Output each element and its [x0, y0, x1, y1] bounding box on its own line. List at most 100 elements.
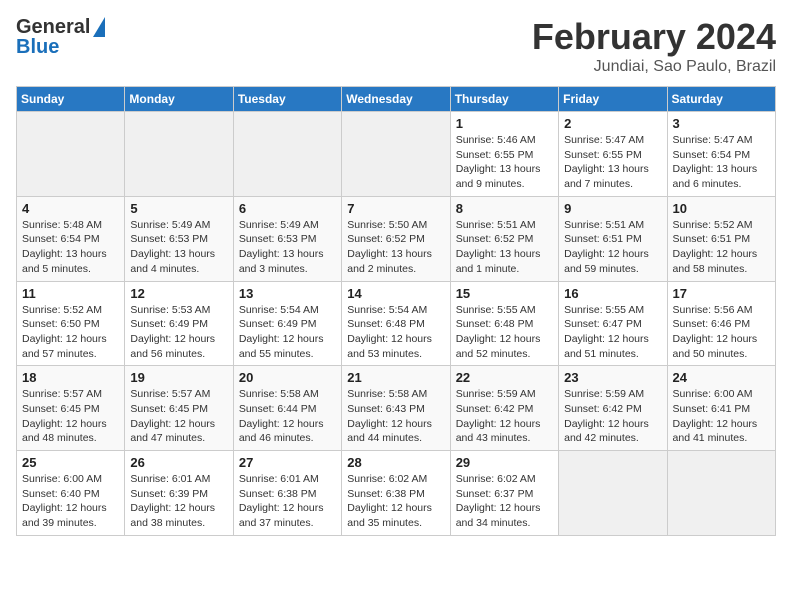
- day-info: Sunrise: 5:59 AM Sunset: 6:42 PM Dayligh…: [456, 387, 553, 446]
- calendar-cell: 21 Sunrise: 5:58 AM Sunset: 6:43 PM Dayli…: [342, 366, 450, 451]
- calendar-week-4: 18 Sunrise: 5:57 AM Sunset: 6:45 PM Dayli…: [17, 366, 776, 451]
- calendar-cell: [342, 112, 450, 197]
- weekday-header-saturday: Saturday: [667, 87, 775, 112]
- day-info: Sunrise: 5:57 AM Sunset: 6:45 PM Dayligh…: [22, 387, 119, 446]
- calendar-cell: 14 Sunrise: 5:54 AM Sunset: 6:48 PM Dayli…: [342, 281, 450, 366]
- calendar-cell: [559, 451, 667, 536]
- calendar-cell: 16 Sunrise: 5:55 AM Sunset: 6:47 PM Dayli…: [559, 281, 667, 366]
- day-number: 9: [564, 201, 661, 216]
- calendar-cell: 13 Sunrise: 5:54 AM Sunset: 6:49 PM Dayli…: [233, 281, 341, 366]
- day-info: Sunrise: 5:59 AM Sunset: 6:42 PM Dayligh…: [564, 387, 661, 446]
- calendar-cell: 6Sunrise: 5:49 AM Sunset: 6:53 PM Daylig…: [233, 196, 341, 281]
- calendar-cell: 11Sunrise: 5:52 AM Sunset: 6:50 PM Dayli…: [17, 281, 125, 366]
- calendar-cell: 19 Sunrise: 5:57 AM Sunset: 6:45 PM Dayli…: [125, 366, 233, 451]
- day-number: 23: [564, 370, 661, 385]
- day-number: 6: [239, 201, 336, 216]
- day-number: 25: [22, 455, 119, 470]
- day-info: Sunrise: 5:54 AM Sunset: 6:49 PM Dayligh…: [239, 303, 336, 362]
- day-info: Sunrise: 5:54 AM Sunset: 6:48 PM Dayligh…: [347, 303, 444, 362]
- location-title: Jundiai, Sao Paulo, Brazil: [532, 58, 776, 76]
- day-info: Sunrise: 5:47 AM Sunset: 6:55 PM Dayligh…: [564, 133, 661, 192]
- weekday-header-tuesday: Tuesday: [233, 87, 341, 112]
- day-number: 16: [564, 286, 661, 301]
- calendar-cell: 4 Sunrise: 5:48 AM Sunset: 6:54 PM Daylig…: [17, 196, 125, 281]
- calendar-cell: 22 Sunrise: 5:59 AM Sunset: 6:42 PM Dayli…: [450, 366, 558, 451]
- calendar-cell: 8 Sunrise: 5:51 AM Sunset: 6:52 PM Daylig…: [450, 196, 558, 281]
- day-number: 10: [673, 201, 770, 216]
- day-info: Sunrise: 5:49 AM Sunset: 6:53 PM Dayligh…: [130, 218, 227, 277]
- day-number: 3: [673, 116, 770, 131]
- day-info: Sunrise: 5:51 AM Sunset: 6:51 PM Dayligh…: [564, 218, 661, 277]
- day-number: 21: [347, 370, 444, 385]
- day-info: Sunrise: 5:51 AM Sunset: 6:52 PM Dayligh…: [456, 218, 553, 277]
- day-info: Sunrise: 5:52 AM Sunset: 6:50 PM Dayligh…: [22, 303, 119, 362]
- day-number: 24: [673, 370, 770, 385]
- day-number: 8: [456, 201, 553, 216]
- day-number: 28: [347, 455, 444, 470]
- day-info: Sunrise: 5:55 AM Sunset: 6:47 PM Dayligh…: [564, 303, 661, 362]
- day-info: Sunrise: 6:02 AM Sunset: 6:38 PM Dayligh…: [347, 472, 444, 531]
- calendar-table: SundayMondayTuesdayWednesdayThursdayFrid…: [16, 86, 776, 536]
- calendar-body: 1 Sunrise: 5:46 AM Sunset: 6:55 PM Daylig…: [17, 112, 776, 536]
- calendar-cell: 18 Sunrise: 5:57 AM Sunset: 6:45 PM Dayli…: [17, 366, 125, 451]
- day-number: 17: [673, 286, 770, 301]
- day-info: Sunrise: 6:01 AM Sunset: 6:39 PM Dayligh…: [130, 472, 227, 531]
- calendar-cell: 7 Sunrise: 5:50 AM Sunset: 6:52 PM Daylig…: [342, 196, 450, 281]
- page-header: General Blue February 2024 Jundiai, Sao …: [16, 16, 776, 76]
- weekday-header-monday: Monday: [125, 87, 233, 112]
- day-info: Sunrise: 5:46 AM Sunset: 6:55 PM Dayligh…: [456, 133, 553, 192]
- calendar-cell: 10 Sunrise: 5:52 AM Sunset: 6:51 PM Dayli…: [667, 196, 775, 281]
- calendar-cell: 20Sunrise: 5:58 AM Sunset: 6:44 PM Dayli…: [233, 366, 341, 451]
- day-info: Sunrise: 6:00 AM Sunset: 6:40 PM Dayligh…: [22, 472, 119, 531]
- calendar-cell: 23 Sunrise: 5:59 AM Sunset: 6:42 PM Dayli…: [559, 366, 667, 451]
- day-number: 2: [564, 116, 661, 131]
- logo: General Blue: [16, 16, 105, 58]
- calendar-week-1: 1 Sunrise: 5:46 AM Sunset: 6:55 PM Daylig…: [17, 112, 776, 197]
- calendar-week-5: 25 Sunrise: 6:00 AM Sunset: 6:40 PM Dayli…: [17, 451, 776, 536]
- day-number: 26: [130, 455, 227, 470]
- weekday-header-friday: Friday: [559, 87, 667, 112]
- logo-blue-text: Blue: [16, 36, 105, 58]
- weekday-header-thursday: Thursday: [450, 87, 558, 112]
- calendar-week-3: 11Sunrise: 5:52 AM Sunset: 6:50 PM Dayli…: [17, 281, 776, 366]
- day-number: 7: [347, 201, 444, 216]
- day-number: 1: [456, 116, 553, 131]
- day-info: Sunrise: 5:55 AM Sunset: 6:48 PM Dayligh…: [456, 303, 553, 362]
- calendar-cell: 28 Sunrise: 6:02 AM Sunset: 6:38 PM Dayli…: [342, 451, 450, 536]
- logo-text: General: [16, 16, 90, 38]
- day-number: 18: [22, 370, 119, 385]
- calendar-cell: 27Sunrise: 6:01 AM Sunset: 6:38 PM Dayli…: [233, 451, 341, 536]
- title-block: February 2024 Jundiai, Sao Paulo, Brazil: [532, 16, 776, 76]
- calendar-cell: [125, 112, 233, 197]
- calendar-cell: 2 Sunrise: 5:47 AM Sunset: 6:55 PM Daylig…: [559, 112, 667, 197]
- weekday-header-wednesday: Wednesday: [342, 87, 450, 112]
- calendar-cell: 15 Sunrise: 5:55 AM Sunset: 6:48 PM Dayli…: [450, 281, 558, 366]
- month-title: February 2024: [532, 16, 776, 58]
- day-info: Sunrise: 5:58 AM Sunset: 6:43 PM Dayligh…: [347, 387, 444, 446]
- calendar-cell: 1 Sunrise: 5:46 AM Sunset: 6:55 PM Daylig…: [450, 112, 558, 197]
- day-number: 4: [22, 201, 119, 216]
- calendar-cell: 9 Sunrise: 5:51 AM Sunset: 6:51 PM Daylig…: [559, 196, 667, 281]
- day-number: 15: [456, 286, 553, 301]
- day-number: 29: [456, 455, 553, 470]
- calendar-cell: [233, 112, 341, 197]
- calendar-cell: [17, 112, 125, 197]
- calendar-cell: 26 Sunrise: 6:01 AM Sunset: 6:39 PM Dayli…: [125, 451, 233, 536]
- day-info: Sunrise: 5:47 AM Sunset: 6:54 PM Dayligh…: [673, 133, 770, 192]
- day-number: 19: [130, 370, 227, 385]
- day-info: Sunrise: 5:57 AM Sunset: 6:45 PM Dayligh…: [130, 387, 227, 446]
- day-info: Sunrise: 5:50 AM Sunset: 6:52 PM Dayligh…: [347, 218, 444, 277]
- calendar-cell: 5Sunrise: 5:49 AM Sunset: 6:53 PM Daylig…: [125, 196, 233, 281]
- day-info: Sunrise: 5:52 AM Sunset: 6:51 PM Dayligh…: [673, 218, 770, 277]
- calendar-cell: 3 Sunrise: 5:47 AM Sunset: 6:54 PM Daylig…: [667, 112, 775, 197]
- logo-triangle-icon: [93, 17, 105, 37]
- day-info: Sunrise: 5:48 AM Sunset: 6:54 PM Dayligh…: [22, 218, 119, 277]
- day-number: 22: [456, 370, 553, 385]
- day-info: Sunrise: 5:53 AM Sunset: 6:49 PM Dayligh…: [130, 303, 227, 362]
- weekday-header-sunday: Sunday: [17, 87, 125, 112]
- day-number: 13: [239, 286, 336, 301]
- day-info: Sunrise: 5:58 AM Sunset: 6:44 PM Dayligh…: [239, 387, 336, 446]
- day-number: 14: [347, 286, 444, 301]
- calendar-week-2: 4 Sunrise: 5:48 AM Sunset: 6:54 PM Daylig…: [17, 196, 776, 281]
- calendar-cell: 12Sunrise: 5:53 AM Sunset: 6:49 PM Dayli…: [125, 281, 233, 366]
